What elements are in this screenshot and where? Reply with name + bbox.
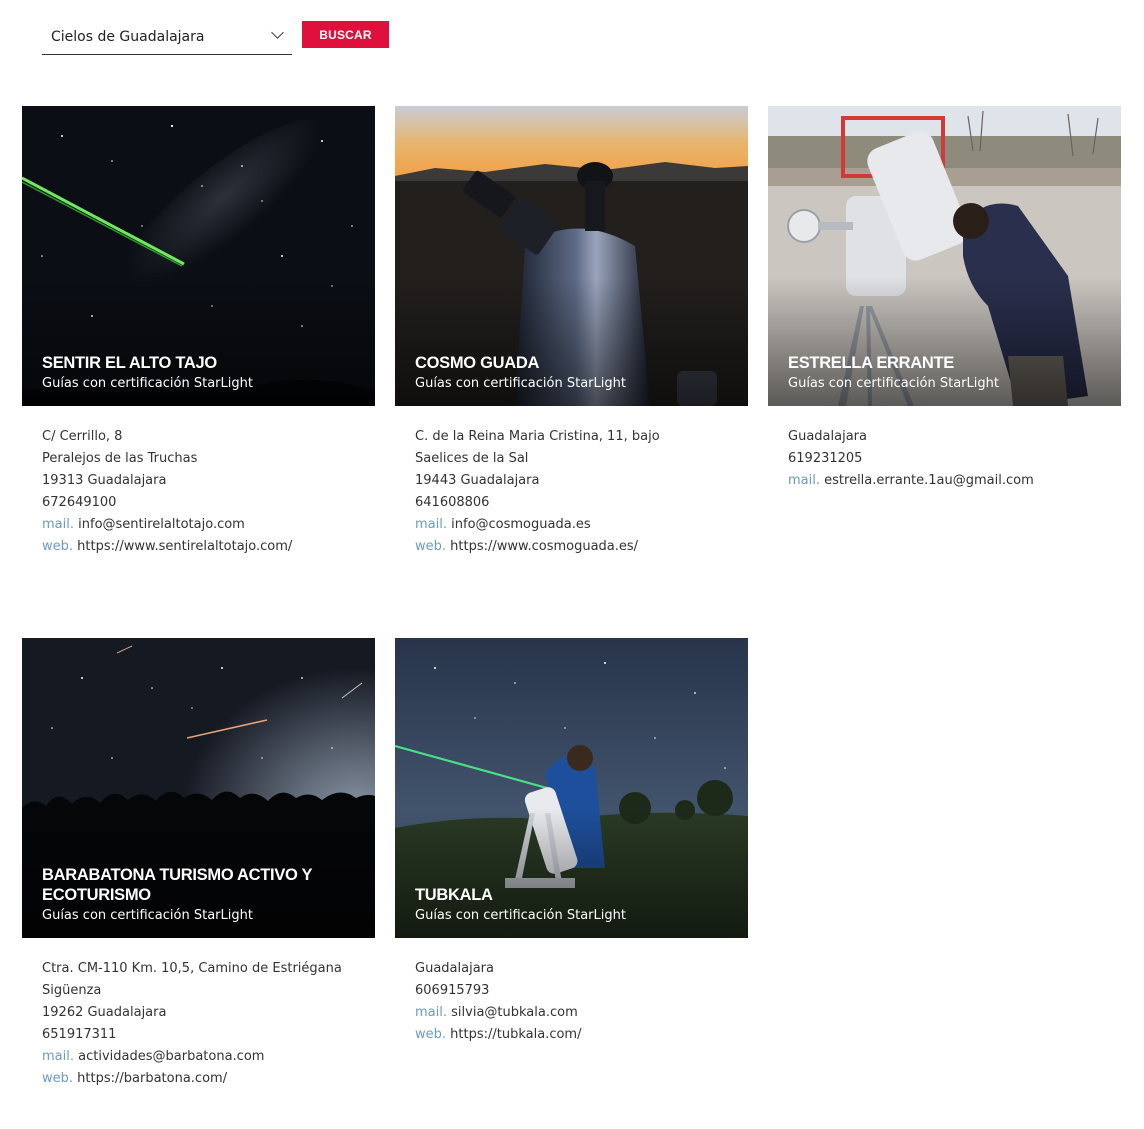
web-row: web. https://www.sentirelaltotajo.com/	[42, 536, 375, 558]
mail-link[interactable]: info@cosmoguada.es	[451, 517, 590, 532]
card-info: Guadalajara 606915793 mail. silvia@tubka…	[395, 938, 748, 1046]
mail-link[interactable]: silvia@tubkala.com	[451, 1005, 578, 1020]
mail-row: mail. silvia@tubkala.com	[415, 1002, 748, 1024]
address-line: 19443 Guadalajara	[415, 473, 540, 488]
web-link[interactable]: https://www.cosmoguada.es/	[450, 539, 638, 554]
phone-number: 651917311	[42, 1027, 117, 1042]
search-button[interactable]: BUSCAR	[302, 21, 389, 48]
card-info: Ctra. CM-110 Km. 10,5, Camino de Estriég…	[22, 938, 375, 1090]
card-info: C. de la Reina Maria Cristina, 11, bajo …	[395, 406, 748, 558]
mail-label: mail.	[415, 1005, 447, 1020]
mail-link[interactable]: info@sentirelaltotajo.com	[78, 517, 245, 532]
phone-number: 641608806	[415, 495, 490, 510]
card-photo[interactable]: Cosmo Guada Guías con certificación Star…	[395, 106, 748, 406]
card-photo[interactable]: Sentir el Alto Tajo Guías con certificac…	[22, 106, 375, 406]
guide-card: Sentir el Alto Tajo Guías con certificac…	[22, 106, 375, 558]
card-title: Sentir el Alto Tajo	[42, 354, 217, 372]
address-line: Ctra. CM-110 Km. 10,5, Camino de Estriég…	[42, 961, 342, 976]
card-photo[interactable]: Tubkala Guías con certificación StarLigh…	[395, 638, 748, 938]
card-caption: Estrella Errante Guías con certificación…	[788, 353, 1101, 391]
card-caption: Sentir el Alto Tajo Guías con certificac…	[42, 353, 355, 391]
card-caption: Cosmo Guada Guías con certificación Star…	[415, 353, 728, 391]
card-title: Cosmo Guada	[415, 354, 540, 372]
mail-link[interactable]: actividades@barbatona.com	[78, 1049, 264, 1064]
card-subtitle: Guías con certificación StarLight	[42, 376, 253, 391]
card-title: Barabatona Turismo Activo y Ecoturismo	[42, 866, 312, 904]
web-row: web. https://tubkala.com/	[415, 1024, 748, 1046]
guide-card: Barabatona Turismo Activo y Ecoturismo G…	[22, 638, 375, 1090]
card-photo[interactable]: Barabatona Turismo Activo y Ecoturismo G…	[22, 638, 375, 938]
address-line: C/ Cerrillo, 8	[42, 429, 123, 444]
region-select-value: Cielos de Guadalajara	[51, 29, 205, 45]
mail-label: mail.	[42, 517, 74, 532]
address-line: 19262 Guadalajara	[42, 1005, 167, 1020]
web-link[interactable]: https://barbatona.com/	[77, 1071, 227, 1086]
phone-number: 619231205	[788, 451, 863, 466]
card-info: C/ Cerrillo, 8 Peralejos de las Truchas …	[22, 406, 375, 558]
card-caption: Barabatona Turismo Activo y Ecoturismo G…	[42, 865, 355, 923]
mail-label: mail.	[788, 473, 820, 488]
card-subtitle: Guías con certificación StarLight	[42, 908, 253, 923]
card-photo[interactable]: Estrella Errante Guías con certificación…	[768, 106, 1121, 406]
address-line: Sigüenza	[42, 983, 102, 998]
card-subtitle: Guías con certificación StarLight	[788, 376, 999, 391]
chevron-down-icon	[271, 26, 284, 39]
mail-row: mail. estrella.errante.1au@gmail.com	[788, 470, 1121, 492]
card-subtitle: Guías con certificación StarLight	[415, 908, 626, 923]
address-line: Saelices de la Sal	[415, 451, 529, 466]
mail-link[interactable]: estrella.errante.1au@gmail.com	[824, 473, 1034, 488]
address-line: 19313 Guadalajara	[42, 473, 167, 488]
phone-number: 606915793	[415, 983, 490, 998]
web-label: web.	[415, 539, 447, 554]
web-label: web.	[42, 539, 74, 554]
address-line: C. de la Reina Maria Cristina, 11, bajo	[415, 429, 660, 444]
guide-card: Tubkala Guías con certificación StarLigh…	[395, 638, 748, 1046]
web-row: web. https://barbatona.com/	[42, 1068, 375, 1090]
address-line: Guadalajara	[415, 961, 494, 976]
mail-row: mail. info@cosmoguada.es	[415, 514, 748, 536]
card-caption: Tubkala Guías con certificación StarLigh…	[415, 885, 728, 923]
region-select[interactable]: Cielos de Guadalajara	[42, 20, 292, 55]
card-subtitle: Guías con certificación StarLight	[415, 376, 626, 391]
guide-card: Cosmo Guada Guías con certificación Star…	[395, 106, 748, 558]
address-line: Peralejos de las Truchas	[42, 451, 198, 466]
web-link[interactable]: https://www.sentirelaltotajo.com/	[77, 539, 292, 554]
guide-card: Estrella Errante Guías con certificación…	[768, 106, 1121, 492]
card-title: Tubkala	[415, 886, 493, 904]
address-line: Guadalajara	[788, 429, 867, 444]
web-label: web.	[415, 1027, 447, 1042]
web-link[interactable]: https://tubkala.com/	[450, 1027, 581, 1042]
mail-label: mail.	[415, 517, 447, 532]
phone-number: 672649100	[42, 495, 117, 510]
mail-row: mail. actividades@barbatona.com	[42, 1046, 375, 1068]
web-label: web.	[42, 1071, 74, 1086]
card-title: Estrella Errante	[788, 354, 955, 372]
web-row: web. https://www.cosmoguada.es/	[415, 536, 748, 558]
mail-row: mail. info@sentirelaltotajo.com	[42, 514, 375, 536]
card-info: Guadalajara 619231205 mail. estrella.err…	[768, 406, 1121, 492]
mail-label: mail.	[42, 1049, 74, 1064]
